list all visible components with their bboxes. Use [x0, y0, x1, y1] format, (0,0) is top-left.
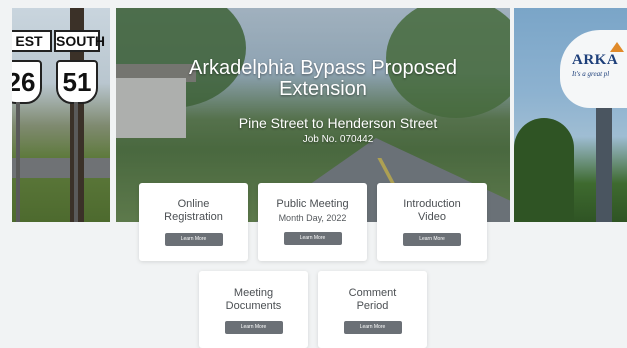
highway-sign-south: SOUTH — [54, 30, 105, 52]
page-title: Arkadelphia Bypass Proposed Extension — [189, 57, 457, 100]
card-title-line2: Documents — [225, 300, 282, 312]
highway-sign-east: EST — [12, 30, 52, 52]
tree-shape — [514, 118, 574, 222]
page-subtitle: Pine Street to Henderson Street — [238, 115, 438, 131]
card-title-line2: Period — [356, 300, 389, 312]
card-title-line2: Video — [418, 211, 446, 223]
sign-post — [74, 102, 78, 222]
card-title-line1: Online — [177, 198, 210, 210]
route-shield-26: 26 — [12, 60, 42, 104]
job-number: Job No. 070442 — [302, 134, 374, 145]
hero-photo-water-tower: ARKA It's a great pl — [514, 8, 627, 222]
learn-more-button[interactable]: Learn More — [343, 321, 402, 334]
card-comment-period: Comment Period Learn More — [318, 271, 427, 348]
card-title-line1: Comment — [348, 287, 397, 299]
water-tower-tagline: It's a great pl — [572, 70, 610, 78]
learn-more-button[interactable]: Learn More — [403, 233, 461, 246]
card-introduction-video: Introduction Video Learn More — [377, 183, 487, 261]
learn-more-button[interactable]: Learn More — [283, 232, 342, 245]
card-online-registration: Online Registration Learn More — [139, 183, 248, 261]
road-shape — [12, 158, 110, 178]
route-shield-51: 51 — [56, 60, 98, 104]
card-title-line2: Registration — [164, 211, 223, 223]
hero-photo-highway-signs: EST SOUTH 26 51 — [12, 8, 110, 222]
water-tower-leg — [596, 104, 612, 222]
card-public-meeting: Public Meeting Month Day, 2022 Learn Mor… — [258, 183, 367, 261]
card-meeting-documents: Meeting Documents Learn More — [199, 271, 308, 348]
learn-more-button[interactable]: Learn More — [164, 233, 223, 246]
learn-more-button[interactable]: Learn More — [224, 321, 283, 334]
card-title-line1: Meeting — [233, 287, 274, 299]
card-title-line1: Public Meeting — [276, 198, 349, 210]
sign-post — [16, 102, 20, 222]
card-meeting-date: Month Day, 2022 — [278, 213, 347, 223]
card-title-line1: Introduction — [403, 198, 461, 210]
water-tower-lettering: ARKA — [572, 52, 619, 68]
arrow-logo-icon — [610, 42, 624, 52]
